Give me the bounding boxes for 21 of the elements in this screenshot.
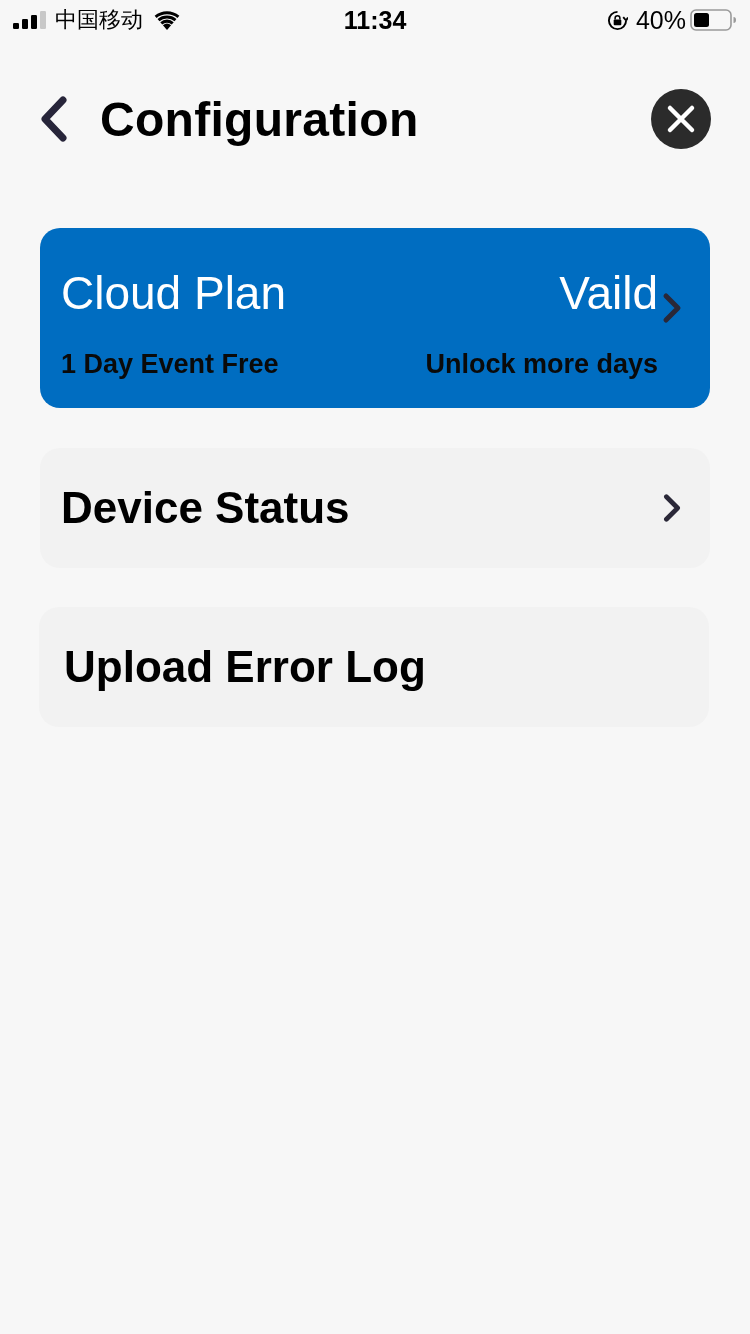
battery-icon [690,9,736,31]
carrier-name: 中国移动 [55,6,143,34]
close-icon [666,104,696,134]
plan-status: Vaild [559,267,658,319]
battery-percent: 40% [635,5,686,35]
back-chevron-icon [40,96,68,142]
chevron-right-icon [662,292,682,324]
menu-row[interactable]: Upload Error Log [39,607,709,727]
unlock-more-days-link[interactable]: Unlock more days [425,349,658,379]
clock-time: 11:34 [343,5,407,35]
back-button[interactable] [40,96,70,142]
wifi-icon [153,10,181,30]
chevron-right-icon [662,493,682,523]
menu-row[interactable]: Device Status [40,448,710,568]
cloud-plan-card[interactable]: Cloud Plan 1 Day Event Free Vaild Unlock more days [40,228,710,408]
page-title: Configuration [100,91,420,147]
close-button[interactable] [651,89,711,149]
plan-subtitle: 1 Day Event Free [61,349,280,379]
rotation-lock-icon [606,9,628,31]
signal-icon [13,11,47,29]
plan-title: Cloud Plan [61,267,288,319]
